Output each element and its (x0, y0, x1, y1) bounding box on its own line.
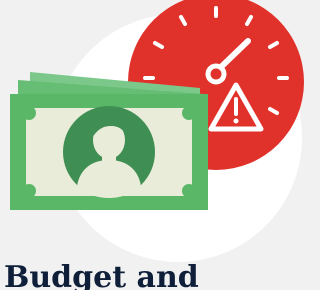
warning-dot (233, 118, 239, 124)
banknote-corner-dot (182, 106, 196, 120)
illustration (10, 0, 304, 262)
banknote-corner-dot (22, 184, 36, 198)
banknote-corner-dot (22, 106, 36, 120)
caption-text: Budget and (4, 260, 199, 290)
portrait-icon (63, 106, 155, 198)
banknote-corner-dot (182, 184, 196, 198)
banknote-icon (10, 72, 208, 210)
